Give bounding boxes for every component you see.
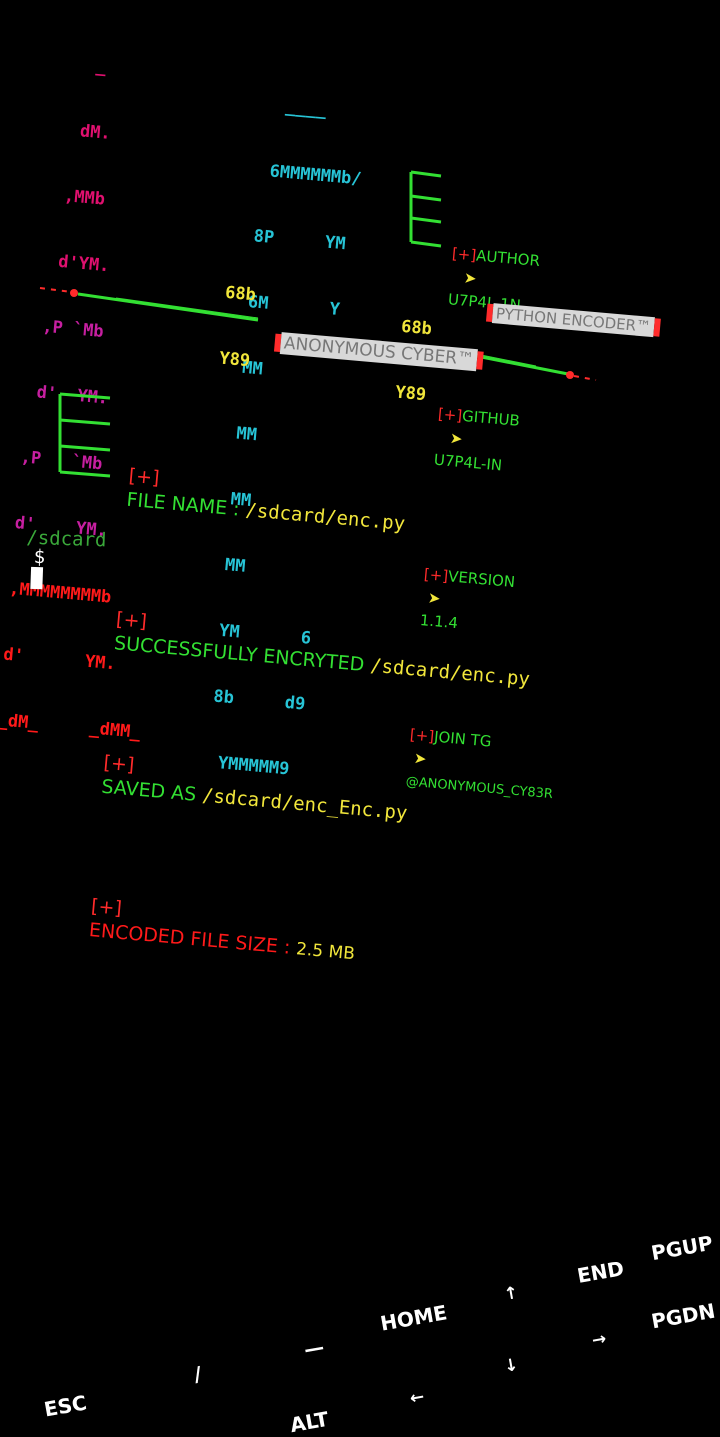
- status-line-file-name: [+] FILE NAME : /sdcard/enc.py: [99, 438, 547, 572]
- info-marker: [+]: [451, 244, 478, 265]
- ascii-c-line: ____: [264, 94, 328, 121]
- pgup-key[interactable]: PGUP: [649, 1231, 714, 1265]
- status-value: /sdcard/enc_Enc.py: [201, 784, 409, 825]
- end-key[interactable]: END: [575, 1256, 625, 1288]
- pgdn-key[interactable]: PGDN: [649, 1299, 717, 1334]
- status-line-encrypted: [+] SUCCESSFULLY ENCRYTED /sdcard/enc.py: [87, 581, 535, 715]
- status-label: SAVED AS: [100, 775, 204, 807]
- info-label: AUTHOR: [475, 246, 541, 271]
- status-label: SUCCESSFULLY ENCRYTED: [113, 632, 372, 677]
- status-line-file-size: [+] ENCODED FILE SIZE : 2.5 MB: [62, 868, 510, 1003]
- dash-key[interactable]: —: [302, 1334, 326, 1361]
- status-value: 2.5 MB: [295, 939, 356, 965]
- ascii-c-line: 8P YM: [252, 226, 347, 255]
- text-cursor: [30, 566, 44, 590]
- status-line-saved-as: [+] SAVED AS /sdcard/enc_Enc.py: [74, 725, 522, 859]
- status-marker: [+]: [115, 608, 148, 633]
- ascii-a-line: ,MMb: [42, 184, 106, 210]
- status-marker: [+]: [90, 895, 123, 920]
- ascii-c-line: 6MMMMMMb/: [258, 160, 363, 190]
- badge-edge: [653, 318, 661, 337]
- arrow-left-key[interactable]: ←: [408, 1387, 426, 1409]
- status-label: ENCODED FILE SIZE :: [88, 919, 298, 960]
- alt-key[interactable]: ALT: [288, 1407, 330, 1437]
- status-block: [+] FILE NAME : /sdcard/enc.py [+] SUCCE…: [60, 390, 552, 1027]
- prompt-symbol: $: [33, 545, 46, 569]
- arrow-up-key[interactable]: ↑: [502, 1283, 520, 1305]
- status-marker: [+]: [102, 751, 136, 777]
- ascii-a-line: dM.: [48, 118, 112, 144]
- shell-prompt[interactable]: /sdcard $: [5, 512, 107, 591]
- status-value: /sdcard/enc.py: [244, 499, 406, 536]
- arrow-down-key[interactable]: ↓: [502, 1355, 520, 1377]
- arrow-right-key[interactable]: →: [590, 1329, 608, 1351]
- home-key[interactable]: HOME: [378, 1300, 448, 1335]
- status-marker: [+]: [127, 464, 161, 490]
- slash-key[interactable]: /: [192, 1362, 203, 1387]
- status-label: FILE NAME :: [125, 488, 247, 522]
- ascii-a-line: d'YM.: [37, 250, 111, 277]
- ascii-a-line: _: [54, 52, 108, 78]
- esc-key[interactable]: ESC: [42, 1390, 88, 1421]
- status-value: /sdcard/enc.py: [369, 654, 531, 691]
